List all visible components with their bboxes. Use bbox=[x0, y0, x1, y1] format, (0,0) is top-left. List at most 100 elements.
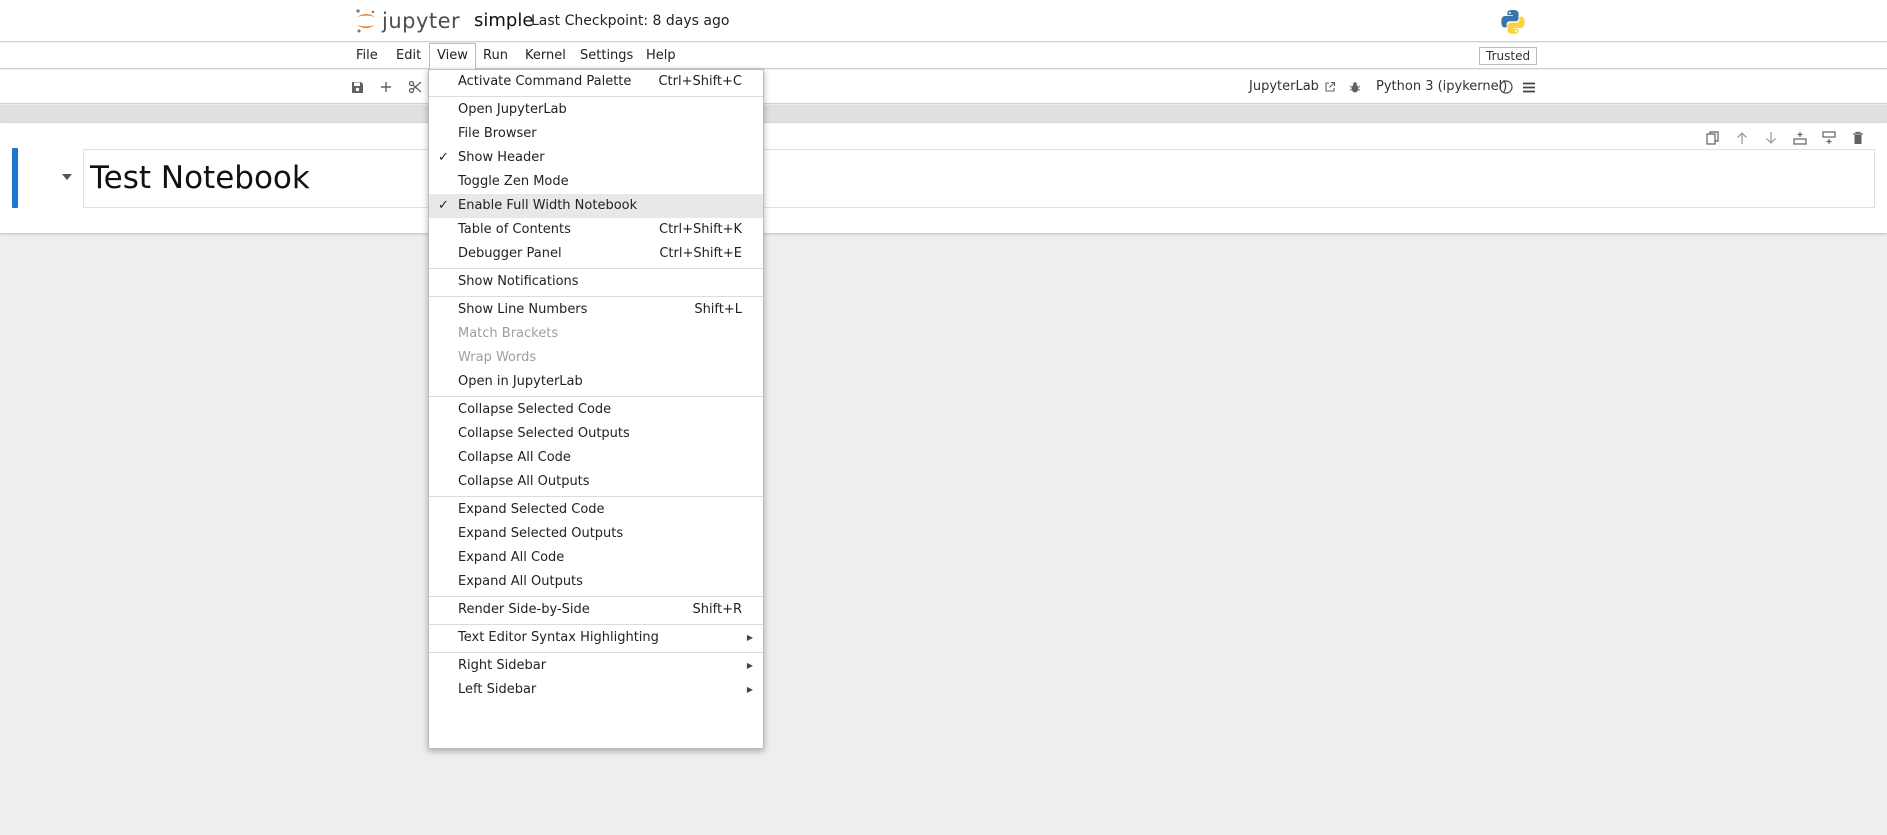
menu-separator bbox=[429, 496, 763, 497]
menu-separator bbox=[429, 296, 763, 297]
open-jupyterlab-link[interactable]: JupyterLab bbox=[1249, 79, 1336, 94]
menu-item-expand-selected-outputs[interactable]: Expand Selected Outputs bbox=[429, 522, 763, 546]
menu-item-label: Match Brackets bbox=[458, 326, 559, 341]
menu-item-show-notifications[interactable]: Show Notifications bbox=[429, 270, 763, 294]
menu-item-label: Show Line Numbers bbox=[458, 302, 588, 317]
notebook-panel: Test Notebook bbox=[0, 123, 1887, 233]
menu-item-collapse-all-outputs[interactable]: Collapse All Outputs bbox=[429, 470, 763, 494]
menu-item-table-of-contents[interactable]: Table of Contents Ctrl+Shift+K bbox=[429, 218, 763, 242]
jupyter-logo-icon bbox=[356, 9, 375, 33]
cut-icon[interactable] bbox=[406, 78, 424, 96]
menu-item-enable-full-width-notebook[interactable]: ✓ Enable Full Width Notebook bbox=[429, 194, 763, 218]
duplicate-cell-icon[interactable] bbox=[1698, 131, 1727, 145]
menu-settings[interactable]: Settings bbox=[573, 43, 640, 69]
menu-item-toggle-zen-mode[interactable]: Toggle Zen Mode bbox=[429, 170, 763, 194]
menu-item-shortcut: Ctrl+Shift+C bbox=[658, 74, 742, 89]
menu-item-label: Expand Selected Code bbox=[458, 502, 605, 517]
menu-item-label: Enable Full Width Notebook bbox=[458, 198, 638, 213]
insert-below-icon[interactable] bbox=[1814, 131, 1843, 145]
menu-item-expand-all-outputs[interactable]: Expand All Outputs bbox=[429, 570, 763, 594]
menu-item-label: Collapse All Code bbox=[458, 450, 571, 465]
menu-item-label: Show Notifications bbox=[458, 274, 579, 289]
menu-item-label: Debugger Panel bbox=[458, 246, 562, 261]
menu-item-debugger-panel[interactable]: Debugger Panel Ctrl+Shift+E bbox=[429, 242, 763, 266]
menu-item-show-line-numbers[interactable]: Show Line Numbers Shift+L bbox=[429, 298, 763, 322]
menu-separator bbox=[429, 396, 763, 397]
menu-view[interactable]: View bbox=[429, 43, 476, 69]
save-icon[interactable] bbox=[348, 78, 366, 96]
submenu-arrow-icon: ▶ bbox=[746, 685, 753, 694]
menu-item-label: Text Editor Syntax Highlighting bbox=[458, 630, 659, 645]
insert-above-icon[interactable] bbox=[1785, 131, 1814, 145]
menu-item-label: Activate Command Palette bbox=[458, 74, 632, 89]
menu-item-expand-selected-code[interactable]: Expand Selected Code bbox=[429, 498, 763, 522]
checkmark-icon: ✓ bbox=[438, 150, 449, 165]
menu-item-label: Left Sidebar bbox=[458, 682, 537, 697]
menu-separator bbox=[429, 652, 763, 653]
menu-item-shortcut: Ctrl+Shift+K bbox=[659, 222, 742, 237]
menu-item-label: Expand All Outputs bbox=[458, 574, 583, 589]
menu-item-label: Show Header bbox=[458, 150, 545, 165]
menu-item-label: Collapse Selected Code bbox=[458, 402, 612, 417]
menu-item-render-side-by-side[interactable]: Render Side-by-Side Shift+R bbox=[429, 598, 763, 622]
menu-hamburger-icon[interactable] bbox=[1520, 78, 1538, 96]
menu-help[interactable]: Help bbox=[639, 43, 683, 69]
menu-item-label: Right Sidebar bbox=[458, 658, 547, 673]
menu-item-label: Collapse Selected Outputs bbox=[458, 426, 630, 441]
external-link-icon bbox=[1325, 81, 1335, 92]
menu-item-label: Open in JupyterLab bbox=[458, 374, 583, 389]
menu-item-open-jupyterlab[interactable]: Open JupyterLab bbox=[429, 98, 763, 122]
menu-item-open-in-jupyterlab[interactable]: Open in JupyterLab bbox=[429, 370, 763, 394]
menu-item-shortcut: Shift+L bbox=[694, 302, 742, 317]
menu-separator bbox=[429, 268, 763, 269]
menu-separator bbox=[429, 96, 763, 97]
checkpoint-status: Last Checkpoint: 8 days ago bbox=[531, 13, 730, 29]
menu-run[interactable]: Run bbox=[476, 43, 515, 69]
menu-item-left-sidebar[interactable]: Left Sidebar ▶ bbox=[429, 678, 763, 702]
view-menu-dropdown: Activate Command Palette Ctrl+Shift+C Open… bbox=[428, 69, 764, 749]
menu-item-label: Wrap Words bbox=[458, 350, 537, 365]
notebook-title[interactable]: simple bbox=[474, 10, 533, 31]
menu-item-collapse-all-code[interactable]: Collapse All Code bbox=[429, 446, 763, 470]
menu-item-expand-all-code[interactable]: Expand All Code bbox=[429, 546, 763, 570]
menu-item-shortcut: Ctrl+Shift+E bbox=[659, 246, 742, 261]
add-cell-icon[interactable] bbox=[377, 78, 395, 96]
top-header: jupyter simple Last Checkpoint: 8 days a… bbox=[0, 0, 1887, 42]
menu-bar: File Edit View Run Kernel Settings Help … bbox=[0, 43, 1887, 69]
menu-item-text-editor-syntax-highlighting[interactable]: Text Editor Syntax Highlighting ▶ bbox=[429, 626, 763, 650]
menu-item-collapse-selected-outputs[interactable]: Collapse Selected Outputs bbox=[429, 422, 763, 446]
menu-item-right-sidebar[interactable]: Right Sidebar ▶ bbox=[429, 654, 763, 678]
kernel-name[interactable]: Python 3 (ipykernel) bbox=[1376, 79, 1507, 94]
menu-item-file-browser[interactable]: File Browser bbox=[429, 122, 763, 146]
delete-cell-icon[interactable] bbox=[1843, 131, 1872, 145]
menu-item-collapse-selected-code[interactable]: Collapse Selected Code bbox=[429, 398, 763, 422]
menu-file[interactable]: File bbox=[349, 43, 385, 69]
menu-item-label: Render Side-by-Side bbox=[458, 602, 590, 617]
active-cell-marker[interactable] bbox=[12, 148, 18, 208]
menu-edit[interactable]: Edit bbox=[389, 43, 428, 69]
trusted-indicator[interactable]: Trusted bbox=[1479, 47, 1538, 65]
menu-separator bbox=[429, 596, 763, 597]
menu-kernel[interactable]: Kernel bbox=[518, 43, 573, 69]
checkmark-icon: ✓ bbox=[438, 198, 449, 213]
move-down-icon[interactable] bbox=[1756, 131, 1785, 145]
jupyterlab-link-label: JupyterLab bbox=[1249, 79, 1319, 94]
menu-item-label: Expand Selected Outputs bbox=[458, 526, 624, 541]
move-up-icon[interactable] bbox=[1727, 131, 1756, 145]
jupyter-logo[interactable]: jupyter bbox=[354, 7, 460, 35]
menu-item-show-header[interactable]: ✓ Show Header bbox=[429, 146, 763, 170]
submenu-arrow-icon: ▶ bbox=[746, 633, 753, 642]
logo-text: jupyter bbox=[382, 9, 461, 33]
menu-item-label: Expand All Code bbox=[458, 550, 565, 565]
python-logo-icon bbox=[1500, 9, 1526, 39]
submenu-arrow-icon: ▶ bbox=[746, 661, 753, 670]
menu-item-wrap-words: Wrap Words bbox=[429, 346, 763, 370]
menu-item-activate-command-palette[interactable]: Activate Command Palette Ctrl+Shift+C bbox=[429, 70, 763, 94]
bug-icon[interactable] bbox=[1346, 78, 1364, 96]
menu-item-match-brackets: Match Brackets bbox=[429, 322, 763, 346]
collapse-heading-caret-icon[interactable] bbox=[62, 174, 72, 180]
notebook-toolbar: JupyterLab Python 3 (ipykernel) bbox=[0, 70, 1887, 104]
menu-item-shortcut: Shift+R bbox=[692, 602, 742, 617]
menu-item-label: Toggle Zen Mode bbox=[458, 174, 569, 189]
markdown-cell[interactable]: Test Notebook bbox=[83, 149, 1875, 208]
